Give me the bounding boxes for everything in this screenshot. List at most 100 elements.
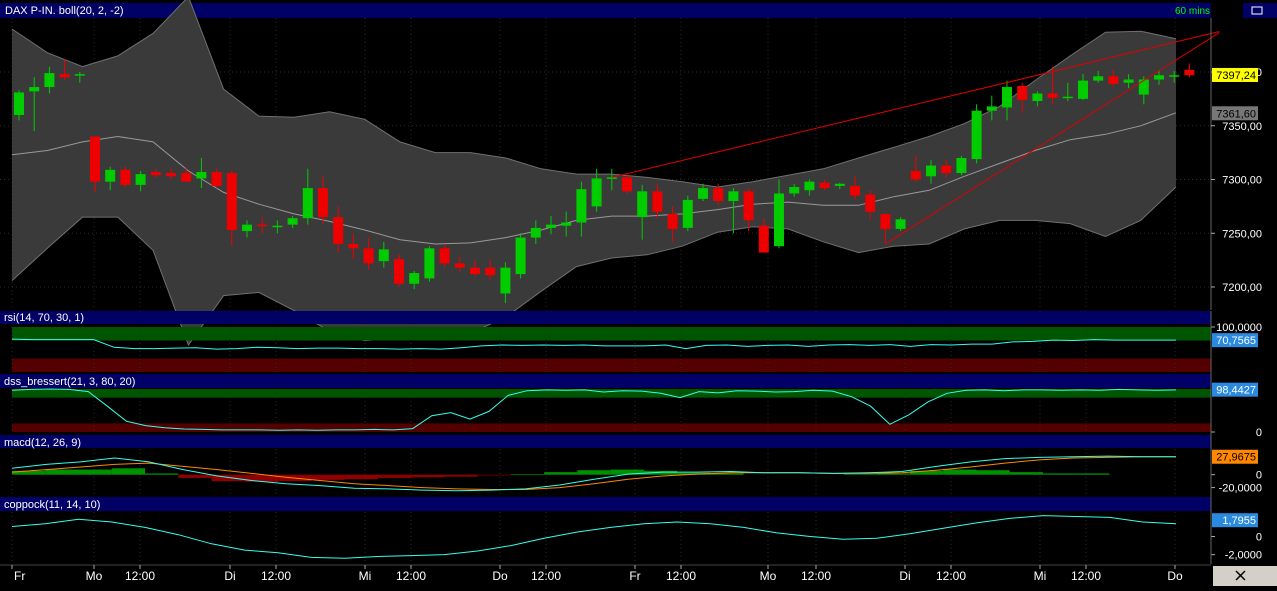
time-tick-label: Fr (629, 569, 640, 583)
candle-body (409, 273, 420, 284)
candle-body (74, 74, 85, 76)
candle-body (682, 199, 693, 228)
macd-histogram-bar (344, 474, 378, 480)
time-tick-label: 12:00 (1071, 569, 1101, 583)
candle-body (272, 225, 283, 228)
last-price-label: 7397,24 (1216, 70, 1256, 82)
candle-body (880, 213, 891, 229)
candle-body (895, 219, 906, 229)
dss-header-bar (0, 374, 1211, 388)
time-tick-label: Di (224, 569, 235, 583)
candle-body (850, 185, 860, 196)
candle (956, 155, 967, 176)
price-tick-label: 7300,00 (1222, 175, 1262, 187)
osc-tick-label: -2,0000 (1225, 550, 1262, 562)
coppock-panel-label: coppock(11, 14, 10) (4, 499, 100, 511)
candle-body (257, 224, 268, 227)
candle-body (910, 170, 921, 180)
candle-body (1138, 79, 1149, 95)
candle-body (500, 267, 511, 294)
candle-body (576, 189, 587, 223)
candle-body (1032, 93, 1043, 102)
candle-body (546, 224, 556, 228)
time-tick-label: Di (899, 569, 910, 583)
candle (971, 104, 982, 164)
candle-body (44, 73, 55, 88)
time-tick-label: Do (1167, 569, 1183, 583)
candle-body (29, 87, 40, 92)
candle-body (150, 171, 161, 176)
candle-body (454, 263, 465, 268)
candle-body (439, 248, 450, 264)
rsi-header-bar (0, 311, 1211, 324)
candle-body (120, 169, 131, 185)
candle-body (698, 188, 708, 199)
overbought-zone (12, 327, 1211, 341)
candle-body (166, 173, 176, 177)
panel-controls (1243, 3, 1277, 18)
candle-body (561, 222, 572, 226)
oversold-zone (12, 423, 1211, 432)
candle-body (728, 191, 739, 201)
candle-body (485, 267, 496, 276)
candle-body (394, 259, 404, 284)
macd-histogram-bar (1076, 473, 1110, 475)
candle-body (667, 213, 678, 229)
macd-histogram-bar (111, 468, 146, 475)
candle-body (242, 224, 252, 232)
time-tick-label: Mo (86, 569, 103, 583)
macd-histogram-bar (78, 469, 112, 475)
time-axis-bg (0, 565, 1211, 586)
time-tick-label: 12:00 (936, 569, 966, 583)
osc-tick-label: 0 (1256, 470, 1262, 482)
candle-body (1078, 80, 1088, 99)
macd-histogram-bar (311, 474, 345, 480)
candle-body (105, 169, 116, 182)
time-tick-label: 12:00 (261, 569, 291, 583)
price-tick-label: 7200,00 (1222, 282, 1262, 294)
price-tick-label: 7350,00 (1222, 121, 1262, 133)
candle-body (789, 187, 800, 194)
candle-body (1108, 76, 1119, 84)
candle-body (90, 136, 100, 182)
candle-body (530, 227, 541, 238)
candle (682, 195, 693, 232)
candle-body (1154, 75, 1164, 80)
corner-button-area[interactable] (1213, 566, 1277, 586)
candle-body (196, 171, 207, 179)
candle-body (59, 74, 70, 78)
candle-body (758, 225, 769, 253)
time-tick-label: Mi (359, 569, 372, 583)
time-tick-label: 12:00 (396, 569, 426, 583)
macd-histogram-bar (178, 474, 212, 478)
macd-histogram-bar (411, 474, 445, 478)
candle-body (819, 182, 830, 189)
osc-tick-label: 100,0000 (1216, 322, 1262, 334)
candle-body (226, 173, 237, 231)
candle-body (804, 181, 815, 191)
dss-panel-label: dss_bressert(21, 3, 80, 20) (4, 376, 135, 388)
osc-tick-label: -20,0000 (1219, 483, 1262, 495)
candle-body (622, 177, 632, 192)
chart-canvas[interactable]: DAX P-IN. boll(20, 2, -2) 60 mins 7200,0… (0, 0, 1277, 586)
candle-body (1169, 75, 1180, 77)
candle (515, 233, 526, 279)
candle-body (1184, 69, 1195, 76)
candle-body (713, 188, 724, 201)
chart-window[interactable]: DAX P-IN. boll(20, 2, -2) 60 mins 7200,0… (0, 0, 1277, 586)
band-marker-label: 7361,60 (1216, 108, 1256, 120)
time-tick-label: Do (492, 569, 508, 583)
price-tick-label: 7250,00 (1222, 228, 1262, 240)
candle-body (470, 267, 480, 275)
last-value-label: 1,7955 (1222, 515, 1256, 527)
candle-body (1002, 87, 1012, 108)
macd-header-bar (0, 435, 1211, 448)
candle (394, 254, 404, 287)
macd-histogram-bar (1042, 473, 1077, 475)
candle-body (333, 217, 344, 244)
candle-body (14, 92, 24, 115)
macd-histogram-bar (45, 469, 79, 475)
macd-histogram-bar (477, 474, 511, 476)
candle-body (941, 165, 952, 174)
osc-tick-label: 0 (1256, 532, 1262, 544)
